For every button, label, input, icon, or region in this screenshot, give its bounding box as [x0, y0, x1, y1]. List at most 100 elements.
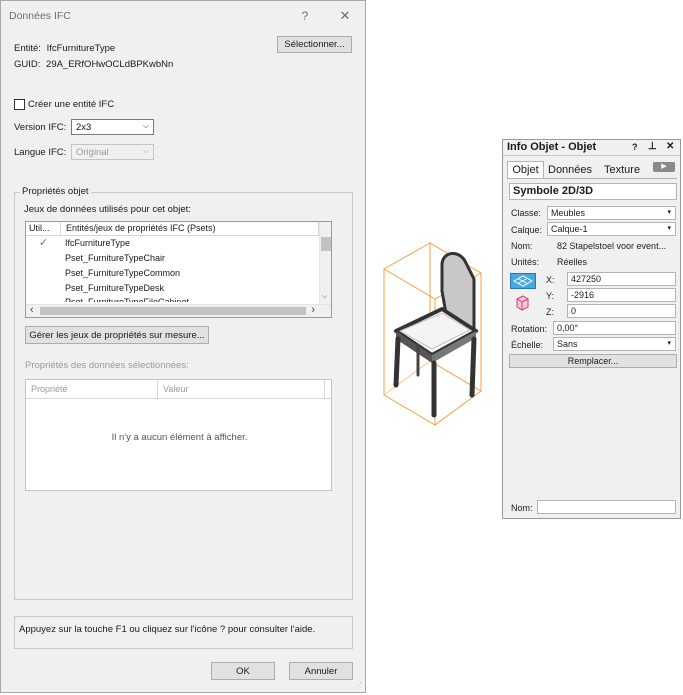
scale-label: Échelle: [511, 340, 544, 350]
cancel-button[interactable]: Annuler [289, 662, 353, 680]
check-icon[interactable]: ✓ [26, 236, 61, 251]
object-type: Symbole 2D/3D [509, 183, 677, 200]
empty-list-message: Il n'y a aucun élément à afficher. [111, 432, 248, 443]
tabs-scroll-right-icon[interactable]: ▶ [653, 162, 675, 172]
cube-icon [516, 295, 529, 311]
x-label: X: [546, 275, 555, 285]
ok-button[interactable]: OK [211, 662, 275, 680]
used-cell[interactable] [26, 296, 61, 302]
y-field[interactable]: -2916 [567, 288, 676, 302]
entity-row: Entité: IfcFurnitureType [14, 43, 115, 54]
z-field[interactable]: 0 [567, 304, 676, 318]
replace-button[interactable]: Remplacer... [509, 354, 677, 368]
resize-grip-icon[interactable]: ⋰ [354, 682, 362, 690]
column-header-property: Propriété [26, 380, 158, 398]
plan-view-icon[interactable] [510, 273, 536, 289]
used-cell[interactable] [26, 266, 61, 281]
help-text: Appuyez sur la touche F1 ou cliquez sur … [19, 624, 316, 635]
units-label: Unités: [511, 257, 540, 267]
dropdown-arrow-icon: ▾ [667, 225, 671, 232]
scroll-thumb[interactable] [321, 237, 331, 251]
z-label: Z: [546, 307, 554, 317]
vertical-scrollbar[interactable]: ⌵ [319, 222, 331, 306]
rotation-field[interactable]: 0,00° [553, 321, 676, 335]
grid-icon [512, 275, 534, 287]
create-entity-label: Créer une entité IFC [28, 99, 115, 110]
pset-name: IfcFurnitureType [65, 238, 131, 248]
entity-value: IfcFurnitureType [46, 43, 116, 54]
guid-row: GUID: 29A_ERfOHwOCLdBPKwbNn [14, 59, 173, 70]
chevron-down-icon: ⌵ [142, 146, 149, 155]
dropdown-arrow-icon: ▾ [667, 209, 671, 216]
scale-dropdown[interactable]: Sans ▾ [553, 337, 676, 351]
ifc-version-value: 2x3 [76, 121, 92, 133]
table-row[interactable]: Pset_FurnitureTypeCommon [26, 266, 331, 281]
3d-box-icon[interactable] [515, 295, 529, 311]
column-header-value: Valeur [158, 380, 325, 398]
object-info-panel: Info Objet - Objet ? ⊥ ✕ Objet Données T… [502, 139, 681, 519]
chevron-down-icon: ⌵ [142, 121, 149, 130]
ifc-version-select[interactable]: 2x3 ⌵ [71, 119, 154, 135]
pset-name: Pset_FurnitureTypeCommon [65, 268, 181, 278]
chair-3d-view[interactable] [378, 235, 500, 427]
units-value: Réelles [557, 257, 588, 267]
properties-list-header: Propriété Valeur [26, 380, 331, 399]
horizontal-scrollbar[interactable]: ‹ › [26, 304, 331, 317]
close-icon[interactable]: ✕ [337, 8, 353, 24]
used-cell[interactable] [26, 281, 61, 296]
name-label: Nom: [511, 241, 533, 251]
panel-title: Info Objet - Objet [507, 141, 597, 153]
close-icon[interactable]: ✕ [666, 141, 674, 152]
tab-texture[interactable]: Texture [604, 162, 640, 178]
dialog-title: Données IFC [9, 10, 71, 22]
table-row[interactable]: Pset_FurnitureTypeFileCabinet [26, 296, 331, 302]
column-header-psets[interactable]: Entités/jeux de propriétés IFC (Psets) [61, 222, 319, 235]
bottom-name-label: Nom: [511, 503, 533, 513]
panel-titlebar[interactable]: Info Objet - Objet ? ⊥ ✕ [503, 140, 680, 156]
dropdown-arrow-icon: ▾ [667, 340, 671, 347]
object-properties-legend: Propriétés objet [20, 186, 91, 197]
chair-icon [393, 252, 478, 418]
selected-data-props-label: Propriétés des données sélectionnées: [25, 360, 189, 371]
help-icon[interactable]: ? [632, 142, 638, 152]
layer-dropdown[interactable]: Calque-1 ▾ [547, 222, 676, 236]
class-label: Classe: [511, 208, 542, 218]
help-text-box: Appuyez sur la touche F1 ou cliquez sur … [14, 616, 353, 649]
layer-value: Calque-1 [551, 224, 588, 234]
tab-divider [507, 178, 677, 179]
select-button[interactable]: Sélectionner... [277, 36, 352, 53]
manage-psets-button[interactable]: Gérer les jeux de propriétés sur mesure.… [25, 326, 209, 344]
column-header-used[interactable]: Util... [26, 222, 61, 235]
pset-name: Pset_FurnitureTypeChair [65, 253, 166, 263]
bottom-name-field[interactable] [537, 500, 676, 514]
psets-list-header: Util... Entités/jeux de propriétés IFC (… [26, 222, 331, 236]
table-row[interactable]: Pset_FurnitureTypeDesk [26, 281, 331, 296]
ifc-language-select: Original ⌵ [71, 144, 154, 160]
guid-label: GUID: [14, 59, 41, 70]
class-dropdown[interactable]: Meubles ▾ [547, 206, 676, 220]
properties-list: Propriété Valeur Il n'y a aucun élément … [25, 379, 332, 491]
tab-donnees[interactable]: Données [548, 162, 592, 178]
scale-value: Sans [557, 339, 578, 349]
datasets-label: Jeux de données utilisés pour cet objet: [24, 204, 191, 215]
scroll-thumb[interactable] [40, 307, 306, 315]
pset-name: Pset_FurnitureTypeDesk [65, 283, 165, 293]
x-field[interactable]: 427250 [567, 272, 676, 286]
class-value: Meubles [551, 208, 586, 218]
create-entity-checkbox[interactable] [14, 99, 25, 110]
chevron-down-icon[interactable]: ⌵ [322, 293, 327, 301]
table-row[interactable]: Pset_FurnitureTypeChair [26, 251, 331, 266]
pset-name: Pset_FurnitureTypeFileCabinet [65, 297, 190, 302]
psets-list[interactable]: Util... Entités/jeux de propriétés IFC (… [25, 221, 332, 318]
name-value: 82 Stapelstoel voor event... [557, 241, 667, 251]
ifc-version-label: Version IFC: [14, 122, 67, 133]
entity-label: Entité: [14, 43, 41, 54]
used-cell[interactable] [26, 251, 61, 266]
table-row[interactable]: ✓ IfcFurnitureType [26, 236, 331, 251]
tab-objet[interactable]: Objet [507, 161, 544, 178]
help-icon[interactable]: ? [297, 9, 313, 23]
chevron-right-icon[interactable]: › [311, 304, 315, 316]
ifc-language-label: Langue IFC: [14, 147, 67, 158]
chevron-left-icon[interactable]: ‹ [30, 304, 34, 316]
pin-icon[interactable]: ⊥ [648, 141, 657, 152]
